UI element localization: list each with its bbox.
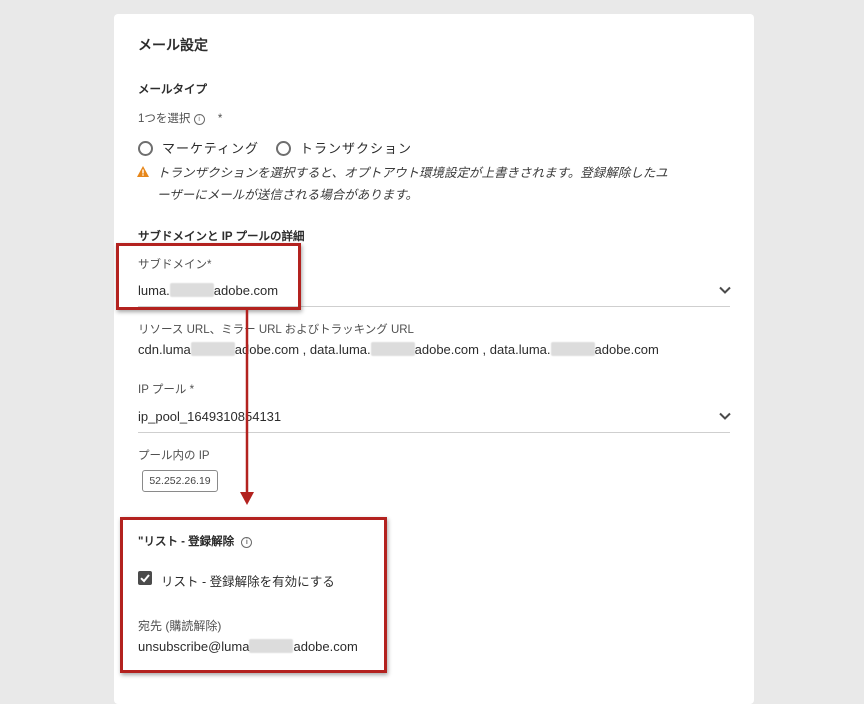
radio-transactional-label[interactable]: トランザクション (300, 138, 412, 157)
ip-pool-select[interactable]: ip_pool_1649310854131 (138, 409, 281, 424)
highlight-box-list-unsubscribe (120, 517, 387, 673)
warning-text-line2: ーザーにメールが送信される場合があります。 (157, 188, 419, 202)
urls-label: リソース URL、ミラー URL およびトラッキング URL (138, 324, 414, 336)
ip-pool-label: IP プール * (138, 384, 195, 396)
chevron-down-icon[interactable] (718, 409, 732, 423)
chevron-down-icon[interactable] (718, 283, 732, 297)
info-icon: i (193, 114, 205, 125)
arrow-annotation (240, 308, 254, 505)
radio-marketing-label[interactable]: マーケティング (162, 138, 259, 157)
subdomain-section-heading: サブドメインと IP プールの詳細 (138, 231, 305, 243)
pool-ips-label: プール内の IP (138, 450, 210, 462)
required-mark: * (217, 113, 223, 125)
select-one-label: 1つを選択 i * (138, 113, 223, 125)
highlight-box-subdomain (116, 243, 301, 310)
redacted-block (370, 342, 415, 356)
redacted-block (190, 342, 235, 356)
urls-value: cdn.luma adobe.com , data.luma. adobe.com … (138, 342, 659, 357)
ip-badge: 52.252.26.19 (142, 470, 218, 492)
radio-transactional[interactable] (276, 141, 291, 156)
page-title: メール設定 (138, 37, 208, 53)
warning-icon (137, 166, 149, 177)
redacted-block (550, 342, 595, 356)
email-type-heading: メールタイプ (138, 84, 207, 96)
radio-marketing[interactable] (138, 141, 153, 156)
divider (138, 432, 730, 433)
warning-text-line1: トランザクションを選択すると、オプトアウト環境設定が上書きされます。登録解除した… (157, 166, 668, 180)
